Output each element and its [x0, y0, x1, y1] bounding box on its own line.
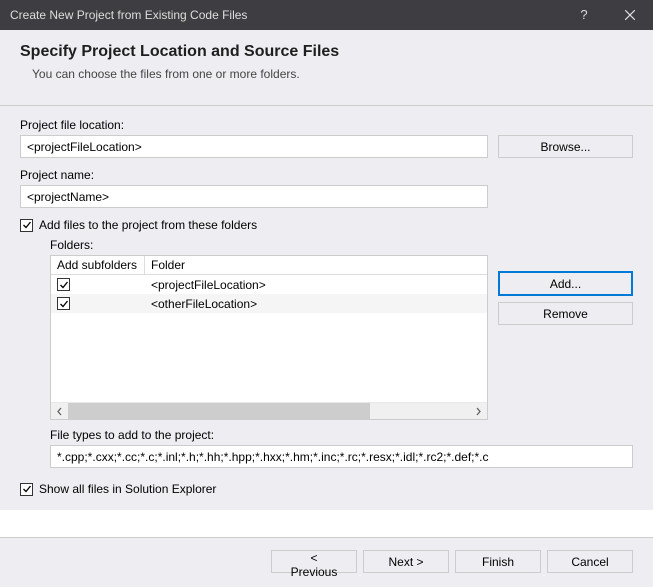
- wizard-body: Project file location: Browse... Project…: [0, 106, 653, 510]
- window-title: Create New Project from Existing Code Fi…: [10, 8, 561, 22]
- file-types-label: File types to add to the project:: [50, 428, 633, 442]
- file-types-input[interactable]: [50, 445, 633, 468]
- previous-button[interactable]: < Previous: [271, 550, 357, 573]
- checkbox-icon[interactable]: [20, 219, 33, 232]
- column-add-subfolders[interactable]: Add subfolders: [51, 256, 145, 274]
- table-row[interactable]: <projectFileLocation>: [51, 275, 487, 294]
- table-row[interactable]: <otherFileLocation>: [51, 294, 487, 313]
- help-icon[interactable]: ?: [561, 0, 607, 30]
- folders-listbox[interactable]: Add subfolders Folder <projectFileLocati…: [50, 255, 488, 420]
- svg-text:?: ?: [580, 8, 587, 22]
- add-button[interactable]: Add...: [498, 271, 633, 296]
- add-files-checkbox-row[interactable]: Add files to the project from these fold…: [20, 218, 633, 232]
- page-subtitle: You can choose the files from one or mor…: [20, 67, 633, 81]
- project-file-location-label: Project file location:: [20, 118, 488, 132]
- remove-button[interactable]: Remove: [498, 302, 633, 325]
- horizontal-scrollbar[interactable]: [51, 402, 487, 419]
- scroll-right-icon[interactable]: [470, 403, 487, 420]
- wizard-footer: < Previous Next > Finish Cancel: [0, 537, 653, 587]
- wizard-header: Specify Project Location and Source File…: [0, 30, 653, 106]
- next-button[interactable]: Next >: [363, 550, 449, 573]
- scrollbar-track[interactable]: [68, 403, 470, 420]
- scroll-left-icon[interactable]: [51, 403, 68, 420]
- scrollbar-thumb[interactable]: [68, 403, 370, 420]
- project-file-location-input[interactable]: [20, 135, 488, 158]
- folders-list-body: <projectFileLocation> <otherFileLocation…: [51, 275, 487, 402]
- project-name-label: Project name:: [20, 168, 488, 182]
- page-title: Specify Project Location and Source File…: [20, 43, 633, 61]
- folders-list-header: Add subfolders Folder: [51, 256, 487, 275]
- show-all-files-checkbox-row[interactable]: Show all files in Solution Explorer: [20, 482, 633, 496]
- folders-label: Folders:: [50, 238, 633, 252]
- column-folder[interactable]: Folder: [145, 256, 487, 274]
- cancel-button[interactable]: Cancel: [547, 550, 633, 573]
- show-all-files-label: Show all files in Solution Explorer: [39, 482, 216, 496]
- folder-cell: <otherFileLocation>: [145, 297, 487, 311]
- browse-button[interactable]: Browse...: [498, 135, 633, 158]
- checkbox-icon[interactable]: [20, 483, 33, 496]
- close-icon[interactable]: [607, 0, 653, 30]
- checkbox-icon[interactable]: [57, 297, 70, 310]
- add-files-checkbox-label: Add files to the project from these fold…: [39, 218, 257, 232]
- project-name-input[interactable]: [20, 185, 488, 208]
- titlebar: Create New Project from Existing Code Fi…: [0, 0, 653, 30]
- finish-button[interactable]: Finish: [455, 550, 541, 573]
- folder-cell: <projectFileLocation>: [145, 278, 487, 292]
- checkbox-icon[interactable]: [57, 278, 70, 291]
